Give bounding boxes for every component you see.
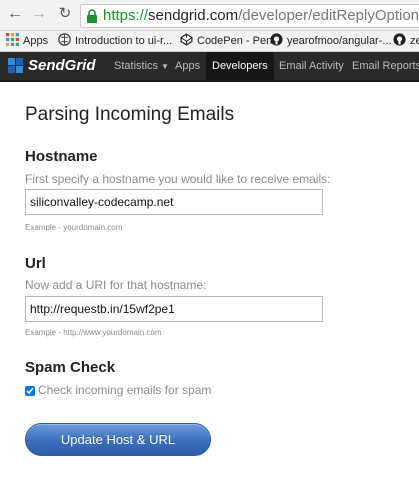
url-path: /developer/editReplyOption/reply_i: [238, 7, 419, 24]
nav-label: Statistics: [114, 60, 159, 72]
url-text: https://sendgrid.com/developer/editReply…: [103, 7, 419, 25]
page-title: Parsing Incoming Emails: [25, 104, 235, 125]
bookmark-yearofmoo[interactable]: yearofmoo/angular-...: [270, 33, 392, 49]
url-heading: Url: [25, 255, 46, 272]
url-scheme: https://: [103, 7, 149, 24]
nav-developers[interactable]: Developers: [206, 52, 274, 80]
bookmark-label: Apps: [23, 35, 49, 47]
spam-check-heading: Spam Check: [25, 359, 116, 376]
url-help: Now add a URI for that hostname:: [25, 278, 207, 292]
bookmark-label: Introduction to ui-r...: [75, 35, 173, 47]
caret-down-icon: ▼: [161, 62, 169, 71]
nav-label: Apps: [175, 60, 201, 72]
nav-label: Email Reports: [352, 60, 419, 72]
bookmark-label: CodePen - Pen: [197, 35, 273, 47]
hostname-help: First specify a hostname you would like …: [25, 172, 331, 186]
bookmark-label: ze: [410, 35, 419, 47]
nav-apps[interactable]: Apps: [169, 52, 206, 80]
url-example: Example - http://www.yourdomain.com: [25, 328, 162, 337]
hostname-heading: Hostname: [25, 148, 98, 165]
nav-email-activity[interactable]: Email Activity: [273, 52, 350, 80]
bookmarks-bar: Apps Introduction to ui-r... CodePen - P…: [0, 31, 419, 52]
back-arrow-icon[interactable]: ←: [6, 5, 24, 23]
bookmark-codepen[interactable]: CodePen - Pen: [180, 33, 272, 49]
forward-arrow-icon[interactable]: →: [30, 5, 48, 23]
lock-icon: [87, 9, 97, 23]
sendgrid-logo-text: SendGrid: [28, 57, 96, 74]
url-input[interactable]: [25, 296, 323, 322]
browser-toolbar: ← → ↻ https://sendgrid.com/developer/edi…: [0, 0, 419, 31]
spam-check-label[interactable]: Check incoming emails for spam: [38, 383, 211, 397]
nav-email-reports[interactable]: Email Reports: [346, 52, 419, 80]
sendgrid-navbar: SendGrid Statistics ▼ Apps Developers Ema…: [0, 52, 419, 82]
codepen-icon: [180, 33, 193, 46]
nav-label: Developers: [212, 60, 268, 72]
github-icon: [270, 33, 283, 46]
sendgrid-logo-icon: [8, 58, 23, 73]
bookmark-label: yearofmoo/angular-...: [287, 35, 392, 47]
github-icon: [393, 33, 406, 46]
nav-label: Email Activity: [279, 60, 344, 72]
bookmark-intro-ui-router[interactable]: Introduction to ui-r...: [58, 33, 172, 49]
hostname-input[interactable]: [25, 189, 323, 215]
nav-statistics[interactable]: Statistics ▼: [108, 52, 175, 80]
bookmark-apps[interactable]: Apps: [6, 33, 48, 49]
reload-icon[interactable]: ↻: [56, 5, 74, 23]
url-host: sendgrid.com: [148, 7, 239, 24]
globe-icon: [58, 33, 71, 46]
main-content: Parsing Incoming Emails Hostname First s…: [0, 82, 419, 480]
apps-grid-icon: [6, 33, 19, 46]
address-bar[interactable]: https://sendgrid.com/developer/editReply…: [80, 4, 419, 28]
update-host-url-button[interactable]: Update Host & URL: [25, 423, 211, 456]
bookmark-ze[interactable]: ze: [393, 33, 419, 49]
hostname-example: Example - yourdomain.com: [25, 223, 123, 232]
spam-check-checkbox[interactable]: [25, 386, 35, 396]
